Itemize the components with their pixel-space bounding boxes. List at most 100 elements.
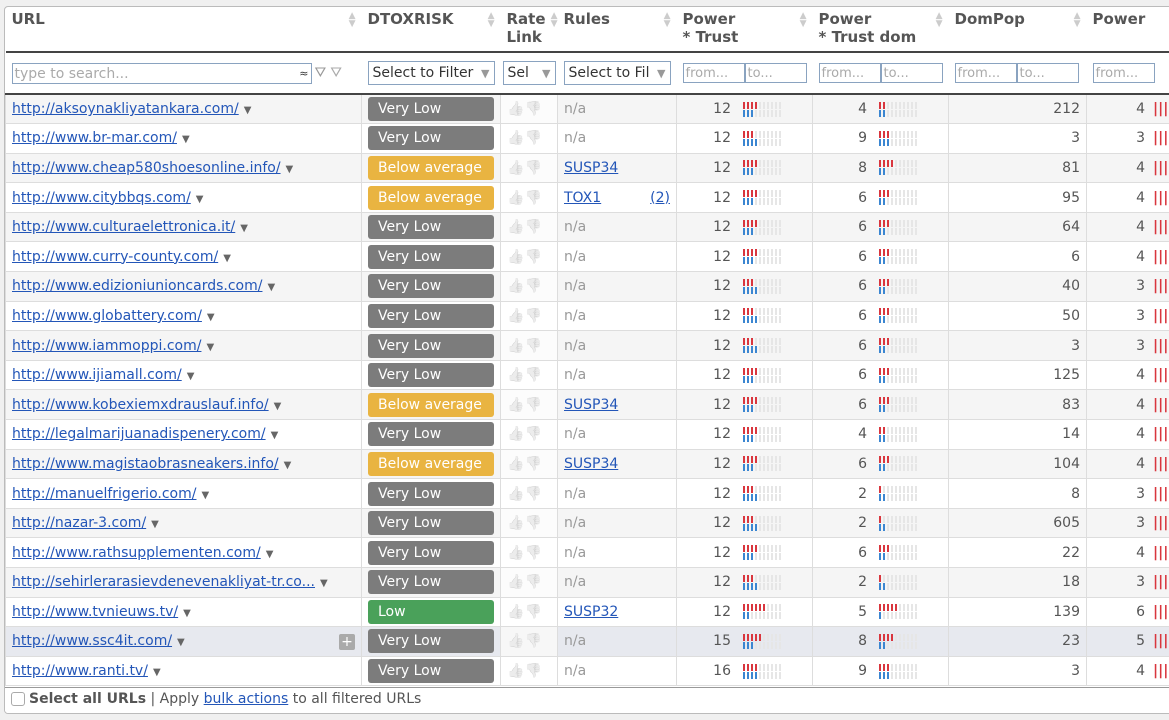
rule-link[interactable]: SUSP34 xyxy=(564,160,618,176)
thumbs-up-icon[interactable]: 👍 xyxy=(507,278,524,294)
url-link[interactable]: http://www.cheap580shoesonline.info/ xyxy=(12,160,281,176)
url-link[interactable]: http://www.citybbqs.com/ xyxy=(12,190,191,206)
url-menu-caret-icon[interactable]: ▼ xyxy=(274,401,282,412)
thumbs-up-icon[interactable]: 👍 xyxy=(507,160,524,176)
select-all-label[interactable]: Select all URLs xyxy=(29,691,146,707)
sort-icon[interactable]: ▲ ▼ xyxy=(1074,12,1081,29)
thumbs-down-icon[interactable]: 👎 xyxy=(524,574,541,590)
url-link[interactable]: http://www.iammoppi.com/ xyxy=(12,338,201,354)
thumbs-up-icon[interactable]: 👍 xyxy=(507,515,524,531)
url-search-input[interactable]: type to search... ≈ xyxy=(11,62,312,84)
url-link[interactable]: http://www.br-mar.com/ xyxy=(12,130,177,146)
thumbs-up-icon[interactable]: 👍 xyxy=(507,190,524,206)
power-trust-to-input[interactable]: to... xyxy=(744,63,807,83)
url-menu-caret-icon[interactable]: ▼ xyxy=(271,430,279,441)
sort-icon[interactable]: ▲ ▼ xyxy=(936,12,943,29)
thumbs-down-icon[interactable]: 👎 xyxy=(524,456,541,472)
url-link[interactable]: http://www.culturaelettronica.it/ xyxy=(12,219,235,235)
thumbs-up-icon[interactable]: 👍 xyxy=(507,486,524,502)
url-link[interactable]: http://www.rathsupplementen.com/ xyxy=(12,545,261,561)
url-menu-caret-icon[interactable]: ▼ xyxy=(177,637,185,648)
power-from-input[interactable]: from... xyxy=(1092,63,1155,83)
thumbs-up-icon[interactable]: 👍 xyxy=(507,338,524,354)
thumbs-down-icon[interactable]: 👎 xyxy=(524,249,541,265)
url-menu-caret-icon[interactable]: ▼ xyxy=(196,194,204,205)
url-menu-caret-icon[interactable]: ▼ xyxy=(240,223,248,234)
thumbs-up-icon[interactable]: 👍 xyxy=(507,663,524,679)
thumbs-down-icon[interactable]: 👎 xyxy=(524,219,541,235)
col-dompop[interactable]: DomPop ▲ ▼ xyxy=(949,7,1087,52)
url-link[interactable]: http://www.edizioniunioncards.com/ xyxy=(12,278,262,294)
sort-icon[interactable]: ▲ ▼ xyxy=(800,12,807,29)
sort-icon[interactable]: ▲ ▼ xyxy=(349,12,356,29)
thumbs-down-icon[interactable]: 👎 xyxy=(524,486,541,502)
add-filter-icon[interactable]: ⛛ xyxy=(315,65,327,81)
thumbs-up-icon[interactable]: 👍 xyxy=(507,308,524,324)
approx-match-icon[interactable]: ≈ xyxy=(299,64,308,83)
thumbs-down-icon[interactable]: 👎 xyxy=(524,190,541,206)
url-link[interactable]: http://sehirlerarasievdenevenakliyat-tr.… xyxy=(12,574,315,590)
url-link[interactable]: http://nazar-3.com/ xyxy=(12,515,146,531)
url-menu-caret-icon[interactable]: ▼ xyxy=(320,578,328,589)
url-menu-caret-icon[interactable]: ▼ xyxy=(206,342,214,353)
url-menu-caret-icon[interactable]: ▼ xyxy=(207,312,215,323)
url-menu-caret-icon[interactable]: ▼ xyxy=(153,667,161,678)
url-menu-caret-icon[interactable]: ▼ xyxy=(244,105,252,116)
dompop-from-input[interactable]: from... xyxy=(954,63,1017,83)
rule-link[interactable]: SUSP34 xyxy=(564,397,618,413)
url-menu-caret-icon[interactable]: ▼ xyxy=(182,134,190,145)
url-menu-caret-icon[interactable]: ▼ xyxy=(267,282,275,293)
col-url[interactable]: URL ▲ ▼ xyxy=(6,7,362,52)
col-rules[interactable]: Rules ▲ ▼ xyxy=(558,7,677,52)
power-trust-from-input[interactable]: from... xyxy=(682,63,745,83)
thumbs-up-icon[interactable]: 👍 xyxy=(507,604,524,620)
thumbs-down-icon[interactable]: 👎 xyxy=(524,397,541,413)
rules-filter-select[interactable]: Select to Fil ▼ xyxy=(563,61,671,85)
thumbs-down-icon[interactable]: 👎 xyxy=(524,633,541,649)
url-link[interactable]: http://www.ranti.tv/ xyxy=(12,663,148,679)
url-link[interactable]: http://www.magistaobrasneakers.info/ xyxy=(12,456,279,472)
url-link[interactable]: http://legalmarijuanadispenery.com/ xyxy=(12,426,266,442)
col-rate-link[interactable]: Rate Link ▲ ▼ xyxy=(501,7,558,52)
rule-link[interactable]: SUSP34 xyxy=(564,456,618,472)
url-menu-caret-icon[interactable]: ▼ xyxy=(183,608,191,619)
url-link[interactable]: http://www.ssc4it.com/ xyxy=(12,633,172,649)
url-link[interactable]: http://www.tvnieuws.tv/ xyxy=(12,604,178,620)
col-dtoxrisk[interactable]: DTOXRISK ▲ ▼ xyxy=(362,7,501,52)
thumbs-down-icon[interactable]: 👎 xyxy=(524,604,541,620)
thumbs-down-icon[interactable]: 👎 xyxy=(524,338,541,354)
bulk-actions-link[interactable]: bulk actions xyxy=(204,691,289,707)
thumbs-down-icon[interactable]: 👎 xyxy=(524,545,541,561)
clear-filter-icon[interactable]: ⛛ xyxy=(330,65,342,81)
rate-link-filter-select[interactable]: Sel ▼ xyxy=(502,61,556,85)
url-link[interactable]: http://manuelfrigerio.com/ xyxy=(12,486,196,502)
url-link[interactable]: http://aksoynakliyatankara.com/ xyxy=(12,101,239,117)
sort-icon[interactable]: ▲ ▼ xyxy=(551,12,558,29)
col-power-trust-dom[interactable]: Power * Trust dom ▲ ▼ xyxy=(813,7,949,52)
thumbs-up-icon[interactable]: 👍 xyxy=(507,130,524,146)
dtoxrisk-filter-select[interactable]: Select to Filter ▼ xyxy=(367,61,495,85)
rule-link[interactable]: TOX1 xyxy=(564,190,601,206)
expand-plus-icon[interactable]: + xyxy=(339,633,355,650)
thumbs-down-icon[interactable]: 👎 xyxy=(524,367,541,383)
thumbs-up-icon[interactable]: 👍 xyxy=(507,545,524,561)
select-all-checkbox[interactable] xyxy=(11,692,25,706)
dompop-to-input[interactable]: to... xyxy=(1016,63,1079,83)
sort-icon[interactable]: ▲ ▼ xyxy=(488,12,495,29)
power-trust-dom-from-input[interactable]: from... xyxy=(818,63,881,83)
rule-count-link[interactable]: (2) xyxy=(650,190,670,206)
thumbs-up-icon[interactable]: 👍 xyxy=(507,367,524,383)
thumbs-up-icon[interactable]: 👍 xyxy=(507,219,524,235)
thumbs-down-icon[interactable]: 👎 xyxy=(524,426,541,442)
url-menu-caret-icon[interactable]: ▼ xyxy=(284,460,292,471)
thumbs-up-icon[interactable]: 👍 xyxy=(507,397,524,413)
url-menu-caret-icon[interactable]: ▼ xyxy=(286,164,294,175)
url-menu-caret-icon[interactable]: ▼ xyxy=(151,519,159,530)
url-link[interactable]: http://www.curry-county.com/ xyxy=(12,249,218,265)
thumbs-up-icon[interactable]: 👍 xyxy=(507,249,524,265)
thumbs-down-icon[interactable]: 👎 xyxy=(524,663,541,679)
power-trust-dom-to-input[interactable]: to... xyxy=(880,63,943,83)
thumbs-up-icon[interactable]: 👍 xyxy=(507,574,524,590)
url-menu-caret-icon[interactable]: ▼ xyxy=(266,549,274,560)
rule-link[interactable]: SUSP32 xyxy=(564,604,618,620)
